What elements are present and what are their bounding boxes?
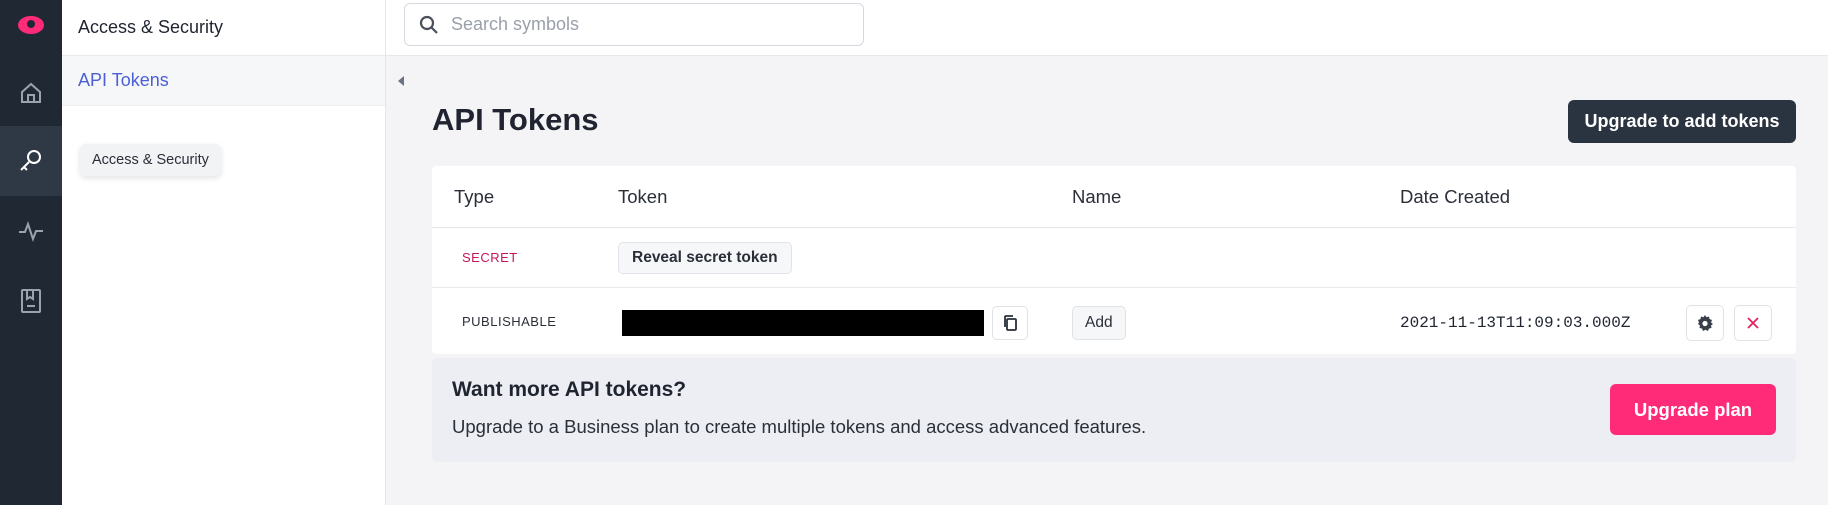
rail-item-access-security[interactable]: [0, 126, 62, 196]
search-icon: [419, 15, 438, 34]
sidebar-title: Access & Security: [62, 0, 385, 56]
top-bar: [386, 0, 1828, 56]
token-type-badge: SECRET: [462, 250, 518, 265]
table-header: Type Token Name Date Created: [432, 166, 1796, 228]
rail-item-home[interactable]: [0, 58, 62, 128]
icon-rail: [0, 0, 62, 505]
rail-logo[interactable]: [0, 0, 62, 48]
book-icon: [21, 289, 41, 313]
table-row-publishable: PUBLISHABLE Add 2021-11-13T11:09:03.000Z: [432, 288, 1796, 354]
table-row-secret: SECRET Reveal secret token: [432, 228, 1796, 288]
home-icon: [21, 82, 41, 103]
search-box[interactable]: [404, 3, 864, 46]
copy-token-button[interactable]: [992, 306, 1028, 340]
upgrade-to-add-tokens-button[interactable]: Upgrade to add tokens: [1568, 100, 1796, 143]
add-name-button[interactable]: Add: [1072, 306, 1126, 340]
column-header-date-created: Date Created: [1400, 186, 1511, 207]
close-icon: [1747, 317, 1759, 329]
tokens-table: Type Token Name Date Created SECRET Reve…: [432, 166, 1796, 354]
promo-title: Want more API tokens?: [452, 378, 687, 401]
column-header-token: Token: [618, 186, 668, 207]
token-type-badge: PUBLISHABLE: [462, 314, 557, 329]
date-created: 2021-11-13T11:09:03.000Z: [1400, 314, 1631, 332]
reveal-secret-token-button[interactable]: Reveal secret token: [618, 242, 792, 274]
token-settings-button[interactable]: [1686, 305, 1724, 341]
copy-icon: [1004, 315, 1017, 331]
sidebar-item-api-tokens[interactable]: API Tokens: [62, 56, 385, 106]
column-header-type: Type: [454, 186, 495, 207]
promo-description: Upgrade to a Business plan to create mul…: [452, 416, 1147, 437]
gear-icon: [1698, 315, 1713, 331]
column-header-name: Name: [1072, 186, 1122, 207]
rail-item-activity[interactable]: [0, 196, 62, 266]
rail-tooltip: Access & Security: [80, 144, 221, 176]
cloud-logo-icon: [18, 16, 44, 34]
delete-token-button[interactable]: [1734, 305, 1772, 341]
upgrade-promo-banner: Want more API tokens? Upgrade to a Busin…: [432, 358, 1796, 462]
upgrade-plan-button[interactable]: Upgrade plan: [1610, 384, 1776, 435]
rail-item-docs[interactable]: [0, 266, 62, 336]
collapse-sidebar-icon[interactable]: [396, 74, 406, 88]
search-input[interactable]: [451, 14, 831, 35]
activity-icon: [19, 221, 43, 242]
page-title: API Tokens: [432, 102, 599, 137]
key-icon: [20, 150, 41, 171]
redacted-token-value: [622, 310, 984, 336]
sidebar: Access & Security API Tokens: [62, 0, 386, 505]
